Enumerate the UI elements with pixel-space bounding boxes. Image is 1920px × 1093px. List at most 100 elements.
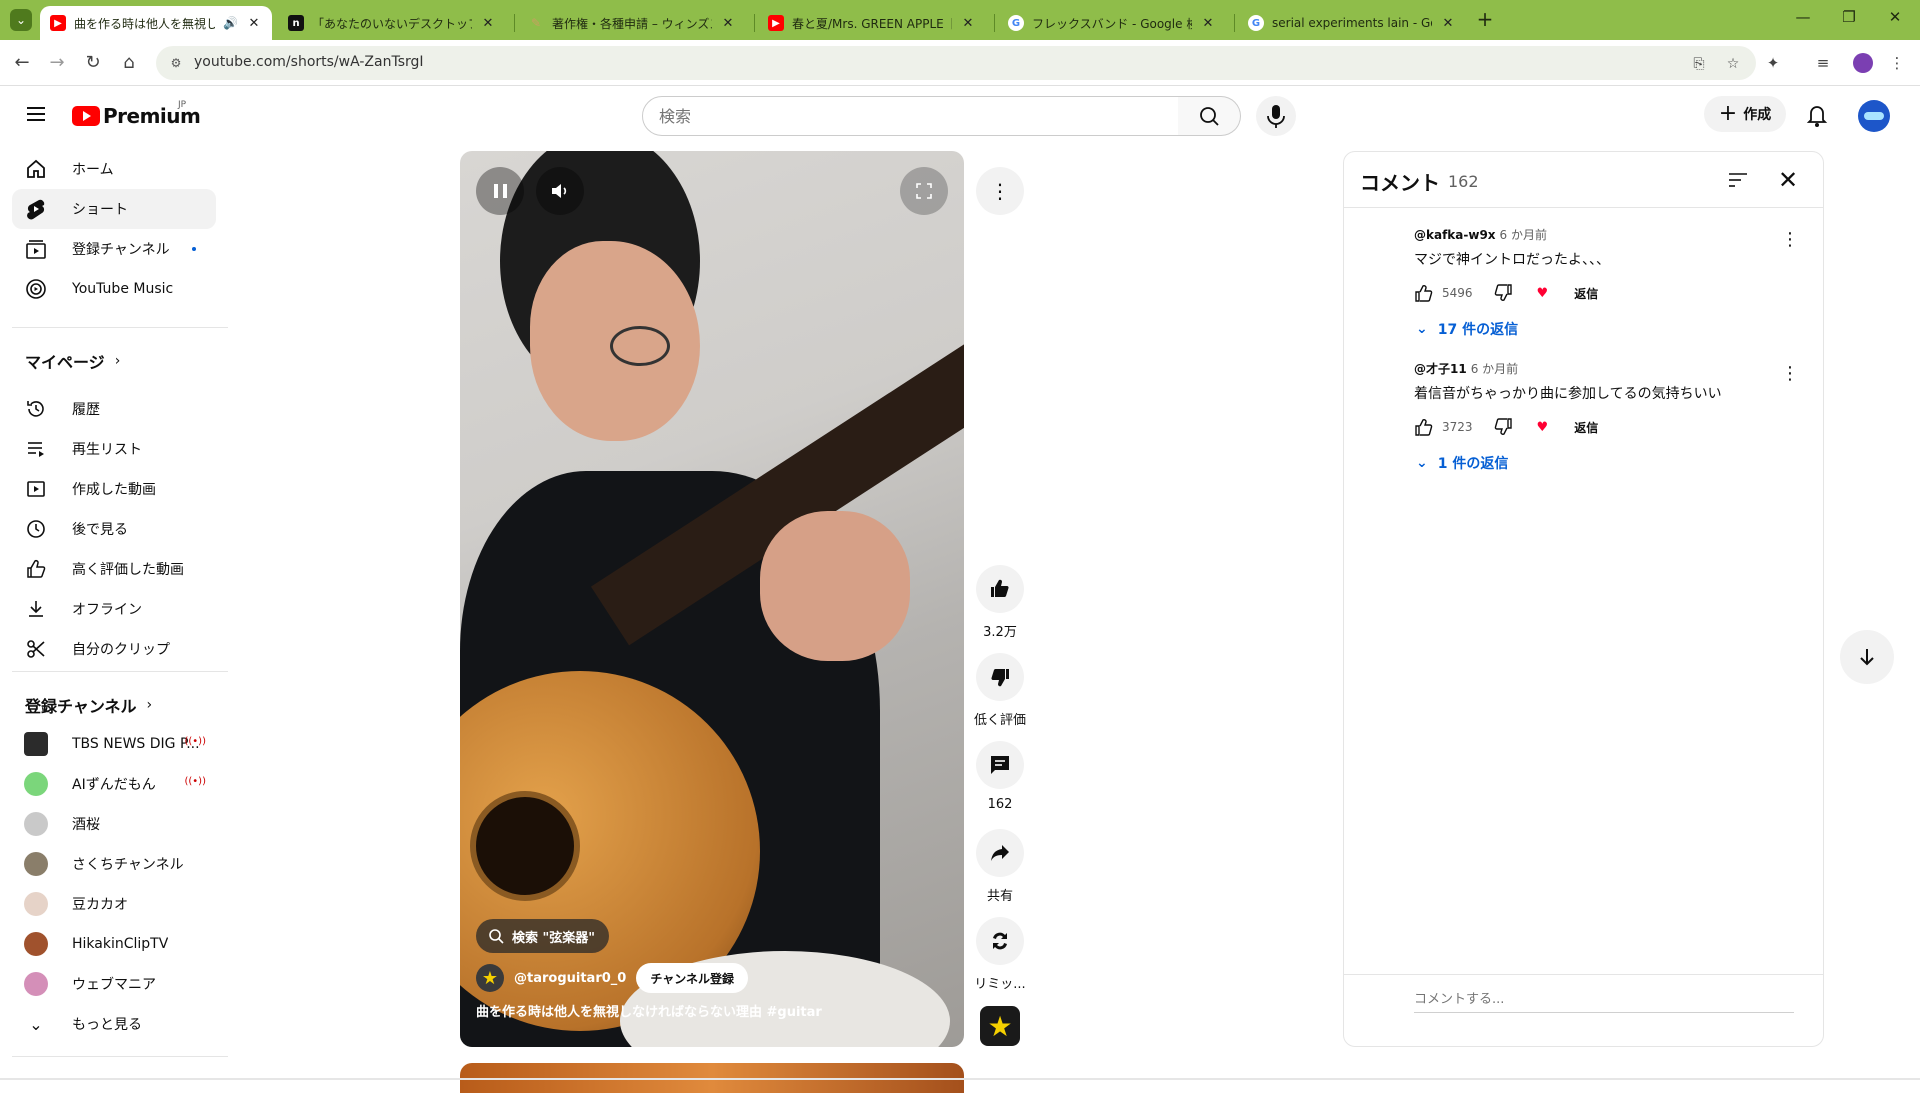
dislike-button[interactable] <box>976 653 1024 701</box>
sidebar-item-your-clips[interactable]: 自分のクリップ <box>12 629 216 669</box>
browser-tab-6[interactable]: G serial experiments lain - Google ✕ <box>1238 6 1466 40</box>
thumbs-down-icon[interactable] <box>1493 283 1513 303</box>
site-info-icon[interactable]: ⚙ <box>168 55 184 71</box>
forward-button[interactable]: → <box>45 51 69 75</box>
new-tab-button[interactable]: + <box>1473 8 1497 32</box>
reply-button[interactable]: 返信 <box>1574 419 1598 436</box>
subscriptions-heading[interactable]: 登録チャンネル › <box>25 693 152 717</box>
comment-author[interactable]: @kafka-w9x <box>1414 228 1496 242</box>
like-action[interactable]: 3.2万 <box>976 565 1024 640</box>
thumbs-up-icon[interactable] <box>1414 283 1434 303</box>
close-icon[interactable]: ✕ <box>1440 16 1456 31</box>
sidebar-channel[interactable]: TBS NEWS DIG P... ((•)) <box>12 724 216 764</box>
url-text[interactable]: youtube.com/shorts/wA-ZanTsrgI <box>194 54 424 70</box>
comment-author[interactable]: @才子11 <box>1414 362 1467 376</box>
view-replies-button[interactable]: ⌄ 17 件の返信 <box>1416 319 1814 339</box>
close-icon[interactable]: ✕ <box>1200 16 1216 31</box>
sidebar-channel[interactable]: HikakinClipTV <box>12 924 216 964</box>
sidebar-channel[interactable]: 豆カカオ <box>12 884 216 924</box>
volume-button[interactable] <box>536 167 584 215</box>
menu-icon[interactable] <box>24 103 48 127</box>
youtube-premium-logo[interactable]: Premium JP <box>72 100 201 128</box>
channel-handle[interactable]: @taroguitar0_0 <box>514 971 626 986</box>
close-icon[interactable]: ✕ <box>720 16 736 31</box>
window-close-button[interactable]: ✕ <box>1872 8 1918 32</box>
home-button[interactable]: ⌂ <box>117 51 141 75</box>
notifications-button[interactable] <box>1802 100 1832 130</box>
browser-menu-icon[interactable]: ⋮ <box>1886 52 1908 74</box>
next-short-button[interactable] <box>1840 630 1894 684</box>
install-app-icon[interactable]: ⎘ <box>1690 55 1708 73</box>
speaker-icon[interactable]: 🔊 <box>223 16 238 30</box>
sidebar-item-subscriptions[interactable]: 登録チャンネル <box>12 229 216 269</box>
sidebar-item-offline[interactable]: オフライン <box>12 589 216 629</box>
shorts-video-player[interactable]: 検索 "弦楽器" ★ @taroguitar0_0 チャンネル登録 曲を作る時は… <box>460 151 964 1047</box>
browser-tab-2[interactable]: n 「あなたのいないデスクトップ」につい ✕ <box>278 6 506 40</box>
search-button[interactable] <box>1178 96 1241 136</box>
sidebar-item-playlists[interactable]: 再生リスト <box>12 429 216 469</box>
related-search-chip[interactable]: 検索 "弦楽器" <box>476 919 610 953</box>
thumbs-down-icon[interactable] <box>1493 417 1513 437</box>
browser-tab-5[interactable]: G フレックスバンド - Google 検索 ✕ <box>998 6 1226 40</box>
clips-icon <box>24 637 48 661</box>
thumbs-up-icon[interactable] <box>1414 417 1434 437</box>
back-button[interactable]: ← <box>10 51 34 75</box>
sidebar-item-shorts[interactable]: ショート <box>12 189 216 229</box>
extensions-icon[interactable]: ✦ <box>1762 52 1784 74</box>
sidebar-channel[interactable]: ウェブマニア <box>12 964 216 1004</box>
sidebar-show-more[interactable]: ⌄ もっと見る <box>12 1004 216 1044</box>
sidebar-item-watch-later[interactable]: 後で見る <box>12 509 216 549</box>
video-caption[interactable]: 曲を作る時は他人を無視しなければならない理由 #guitar <box>476 1001 822 1020</box>
voice-search-button[interactable] <box>1256 96 1296 136</box>
dislike-action[interactable]: 低く評価 <box>974 653 1026 728</box>
comments-button[interactable] <box>976 741 1024 789</box>
reply-button[interactable]: 返信 <box>1574 285 1598 302</box>
sidebar-channel[interactable]: さくちチャンネル <box>12 844 216 884</box>
address-bar[interactable]: ⚙ youtube.com/shorts/wA-ZanTsrgI ⎘ ☆ <box>156 46 1756 80</box>
channel-star-avatar[interactable]: ★ <box>476 964 504 992</box>
sidebar-item-your-videos[interactable]: 作成した動画 <box>12 469 216 509</box>
comment-time[interactable]: 6 か月前 <box>1471 362 1518 376</box>
sort-button[interactable] <box>1726 168 1750 192</box>
sidebar-item-youtube-music[interactable]: YouTube Music <box>12 269 216 309</box>
minimize-button[interactable]: — <box>1780 8 1826 32</box>
bookmark-star-icon[interactable]: ☆ <box>1724 55 1742 73</box>
comment-menu-button[interactable]: ⋮ <box>1778 362 1802 386</box>
restore-button[interactable]: ❐ <box>1826 8 1872 32</box>
sidebar-item-history[interactable]: 履歴 <box>12 389 216 429</box>
share-action[interactable]: 共有 <box>976 829 1024 904</box>
reload-button[interactable]: ↻ <box>81 51 105 75</box>
remix-button[interactable] <box>976 917 1024 965</box>
browser-tab-1[interactable]: ▶ 曲を作る時は他人を無視しな 🔊 ✕ <box>40 6 272 40</box>
comment-menu-button[interactable]: ⋮ <box>1778 228 1802 252</box>
pause-button[interactable] <box>476 167 524 215</box>
view-replies-button[interactable]: ⌄ 1 件の返信 <box>1416 453 1814 473</box>
comment-input[interactable] <box>1414 987 1794 1013</box>
like-button[interactable] <box>976 565 1024 613</box>
tab-search-button[interactable]: ⌄ <box>10 9 32 31</box>
more-options-button[interactable]: ⋮ <box>976 167 1024 215</box>
close-icon[interactable]: ✕ <box>480 16 496 31</box>
browser-tab-3[interactable]: ✎ 著作権・各種申請 – ウィンズスコア ✕ <box>518 6 746 40</box>
sidebar-channel[interactable]: 酒桜 <box>12 804 216 844</box>
create-button[interactable]: + 作成 <box>1704 96 1786 132</box>
browser-profile-avatar[interactable] <box>1853 53 1873 73</box>
search-input[interactable] <box>643 97 1178 135</box>
media-control-icon[interactable]: ≡ <box>1812 52 1834 74</box>
sidebar-item-liked-videos[interactable]: 高く評価した動画 <box>12 549 216 589</box>
browser-tab-4[interactable]: ▶ 春と夏/Mrs. GREEN APPLE【大腿 ✕ <box>758 6 986 40</box>
sidebar-channel[interactable]: AIずんだもん ((•)) <box>12 764 216 804</box>
account-avatar[interactable] <box>1858 100 1890 132</box>
share-button[interactable] <box>976 829 1024 877</box>
close-icon[interactable]: ✕ <box>960 16 976 31</box>
subscribe-button[interactable]: チャンネル登録 <box>636 963 748 993</box>
close-icon[interactable]: ✕ <box>246 16 262 31</box>
sound-thumbnail[interactable]: ★ <box>980 1006 1020 1046</box>
sidebar-item-home[interactable]: ホーム <box>12 149 216 189</box>
comment-time[interactable]: 6 か月前 <box>1500 228 1547 242</box>
remix-action[interactable]: リミッ... <box>974 917 1026 992</box>
fullscreen-button[interactable] <box>900 167 948 215</box>
my-page-heading[interactable]: マイページ › <box>25 349 120 373</box>
comments-action[interactable]: 162 <box>976 741 1024 812</box>
close-comments-button[interactable]: ✕ <box>1774 166 1802 194</box>
